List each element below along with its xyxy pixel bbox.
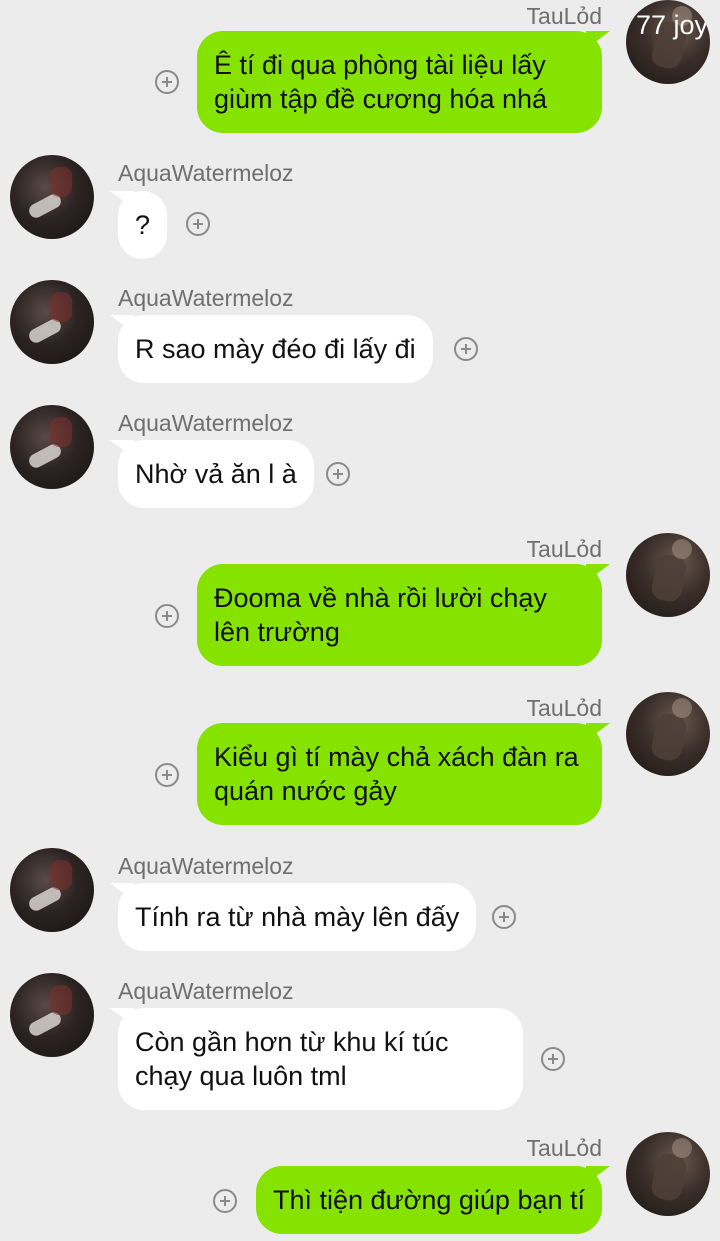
add-reaction-icon[interactable] <box>213 1189 237 1213</box>
message-bubble[interactable]: Kiểu gì tí mày chả xách đàn ra quán nước… <box>197 723 602 825</box>
message-row: TauLỏd Kiểu gì tí mày chả xách đàn ra qu… <box>0 692 720 832</box>
avatar[interactable] <box>10 973 94 1057</box>
add-reaction-icon[interactable] <box>492 905 516 929</box>
add-reaction-icon[interactable] <box>326 462 350 486</box>
sender-name: AquaWatermeloz <box>118 160 294 186</box>
avatar[interactable] <box>10 848 94 932</box>
sender-name: TauLỏd <box>526 536 602 562</box>
avatar[interactable] <box>626 692 710 776</box>
avatar-overlay-text: 77 joy <box>636 10 709 40</box>
add-reaction-icon[interactable] <box>541 1047 565 1071</box>
add-reaction-icon[interactable] <box>155 763 179 787</box>
avatar[interactable]: 77 joy <box>626 0 710 84</box>
message-row: AquaWatermeloz Nhờ vả ăn l à <box>0 405 720 515</box>
sender-name: AquaWatermeloz <box>118 410 294 436</box>
sender-name: AquaWatermeloz <box>118 853 294 879</box>
message-bubble[interactable]: ? <box>118 191 168 259</box>
message-row: TauLỏd Ê tí đi qua phòng tài liệu lấy gi… <box>0 0 720 140</box>
avatar[interactable] <box>10 155 94 239</box>
message-bubble[interactable]: Ê tí đi qua phòng tài liệu lấy giùm tập … <box>197 31 602 133</box>
message-row: AquaWatermeloz Còn gần hơn từ khu kí túc… <box>0 973 720 1118</box>
add-reaction-icon[interactable] <box>155 604 179 628</box>
avatar[interactable] <box>626 1132 710 1216</box>
avatar[interactable] <box>626 533 710 617</box>
add-reaction-icon[interactable] <box>155 70 179 94</box>
sender-name: TauLỏd <box>526 3 602 29</box>
avatar[interactable] <box>10 280 94 364</box>
avatar[interactable] <box>10 405 94 489</box>
message-bubble[interactable]: Nhờ vả ăn l à <box>118 440 314 508</box>
add-reaction-icon[interactable] <box>186 212 210 236</box>
sender-name: TauLỏd <box>526 1135 602 1161</box>
message-bubble[interactable]: Tính ra từ nhà mày lên đấy <box>118 883 477 951</box>
message-bubble[interactable]: Đooma về nhà rồi lười chạy lên trường <box>197 564 602 666</box>
sender-name: AquaWatermeloz <box>118 285 294 311</box>
message-row: AquaWatermeloz Tính ra từ nhà mày lên đấ… <box>0 848 720 958</box>
message-bubble[interactable]: Còn gần hơn từ khu kí túc chạy qua luôn … <box>118 1008 523 1110</box>
message-row: TauLỏd Đooma về nhà rồi lười chạy lên tr… <box>0 533 720 673</box>
add-reaction-icon[interactable] <box>454 337 478 361</box>
message-row: AquaWatermeloz R sao mày đéo đi lấy đi <box>0 280 720 390</box>
sender-name: TauLỏd <box>526 695 602 721</box>
sender-name: AquaWatermeloz <box>118 978 294 1004</box>
message-row: TauLỏd Thì tiện đường giúp bạn tí <box>0 1132 720 1241</box>
message-row: AquaWatermeloz ? <box>0 155 720 265</box>
message-bubble[interactable]: Thì tiện đường giúp bạn tí <box>256 1166 602 1234</box>
message-bubble[interactable]: R sao mày đéo đi lấy đi <box>118 315 433 383</box>
